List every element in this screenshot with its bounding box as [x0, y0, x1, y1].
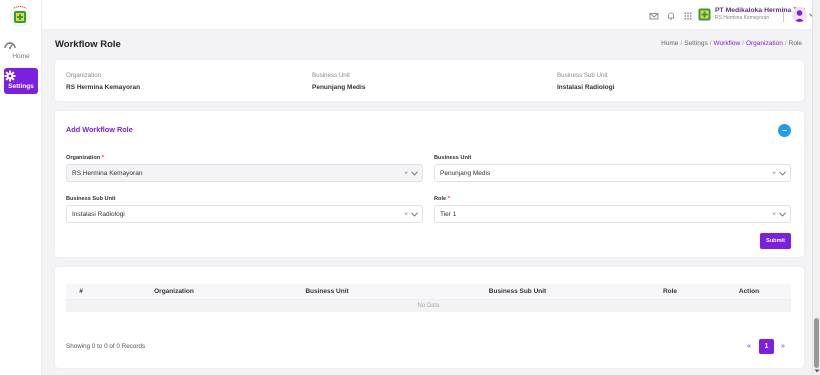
breadcrumb-organization[interactable]: Organization: [746, 40, 783, 47]
table-row: No Data: [66, 299, 791, 312]
breadcrumb-role: Role: [788, 40, 802, 47]
business-sub-unit-label: Business Sub Unit: [557, 72, 608, 79]
business-unit-label: Business Unit: [312, 72, 350, 79]
required-mark: *: [447, 196, 450, 202]
chevron-down-icon[interactable]: [411, 212, 418, 217]
organization-value: RS Hermina Kemayoran: [66, 84, 141, 91]
topbar-divider: [783, 8, 784, 22]
context-info-card: Organization RS Hermina Kemayoran Busine…: [55, 60, 804, 101]
business-unit-field-label: Business Unit: [434, 155, 472, 161]
clear-icon[interactable]: ×: [772, 211, 776, 218]
bell-icon[interactable]: [666, 11, 676, 21]
business-unit-select-value: Penunjang Medis: [440, 170, 491, 177]
clear-icon[interactable]: ×: [404, 211, 408, 218]
column-header-business-sub-unit[interactable]: Business Sub Unit: [402, 284, 633, 300]
column-header-number[interactable]: #: [66, 284, 96, 300]
submit-button[interactable]: Submit: [760, 233, 791, 249]
company-logo-icon: [698, 8, 711, 21]
dashboard-icon: [4, 42, 16, 49]
required-mark: *: [101, 155, 104, 161]
clear-icon[interactable]: ×: [404, 170, 408, 177]
mail-icon[interactable]: [649, 11, 659, 21]
sidebar-item-label: Home: [12, 53, 30, 60]
pagination-prev[interactable]: «: [742, 339, 756, 354]
scrollbar-thumb[interactable]: [814, 318, 819, 368]
apps-grid-icon[interactable]: [683, 11, 693, 21]
chevron-down-icon[interactable]: [411, 171, 418, 176]
records-count: Showing 0 to 0 of 0 Records: [66, 343, 146, 350]
breadcrumb-workflow[interactable]: Workflow: [714, 40, 741, 47]
column-header-organization[interactable]: Organization: [96, 284, 252, 300]
workflow-role-table-card: # Organization Business Unit Business Su…: [55, 267, 804, 368]
business-sub-unit-select-value: Instalasi Radiologi: [72, 211, 125, 218]
breadcrumb: Home / Settings / Workflow / Organization / Role: [661, 40, 802, 47]
page-title: Workflow Role: [55, 39, 121, 50]
business-sub-unit-select[interactable]: Instalasi Radiologi ×: [66, 205, 423, 223]
empty-table-message: No Data: [66, 299, 791, 312]
workflow-role-table: # Organization Business Unit Business Su…: [66, 284, 791, 312]
top-bar: PT Medikaloka Hermina Tbk RS Hermina Kem…: [42, 0, 814, 30]
role-select[interactable]: Tier 1 ×: [434, 205, 791, 223]
column-header-action: Action: [707, 284, 791, 300]
business-unit-select[interactable]: Penunjang Medis ×: [434, 164, 791, 182]
organization-select[interactable]: RS Hermina Kemayoran ×: [66, 164, 423, 182]
user-avatar-icon: [794, 10, 805, 22]
pagination-page-1[interactable]: 1: [759, 339, 774, 354]
business-unit-value: Penunjang Medis: [312, 84, 366, 91]
clear-icon[interactable]: ×: [772, 170, 776, 177]
form-title: Add Workflow Role: [66, 125, 133, 134]
add-workflow-role-card: Add Workflow Role – Organization * RS He…: [55, 111, 804, 257]
hospital-logo-icon[interactable]: [9, 5, 31, 27]
role-select-value: Tier 1: [440, 211, 457, 218]
breadcrumb-settings[interactable]: Settings: [684, 40, 708, 47]
organization-field-label: Organization *: [66, 155, 104, 161]
business-sub-unit-field-label: Business Sub Unit: [66, 196, 116, 202]
sidebar-item-settings[interactable]: Settings: [4, 68, 38, 94]
table-header-row: # Organization Business Unit Business Su…: [66, 284, 791, 300]
business-sub-unit-value: Instalasi Radiologi: [557, 84, 615, 91]
gear-icon: [4, 70, 16, 82]
column-header-role[interactable]: Role: [633, 284, 707, 300]
sidebar-item-label: Settings: [8, 83, 34, 90]
chevron-down-icon[interactable]: [779, 212, 786, 217]
company-subtitle: RS Hermina Kemayoran: [715, 15, 770, 21]
organization-select-value: RS Hermina Kemayoran: [72, 170, 143, 177]
role-field-label: Role *: [434, 196, 450, 202]
page-scrollbar[interactable]: [812, 0, 820, 375]
sidebar-item-home[interactable]: Home: [4, 38, 38, 64]
chevron-down-icon[interactable]: [779, 171, 786, 176]
organization-label: Organization: [66, 72, 102, 79]
sidebar: Home Settings: [0, 0, 42, 375]
avatar[interactable]: [792, 7, 807, 22]
breadcrumb-home[interactable]: Home: [661, 40, 678, 47]
column-header-business-unit[interactable]: Business Unit: [252, 284, 402, 300]
pagination-next[interactable]: »: [776, 339, 790, 354]
collapse-button[interactable]: –: [778, 124, 791, 137]
scroll-down-arrow-icon[interactable]: [814, 368, 820, 374]
